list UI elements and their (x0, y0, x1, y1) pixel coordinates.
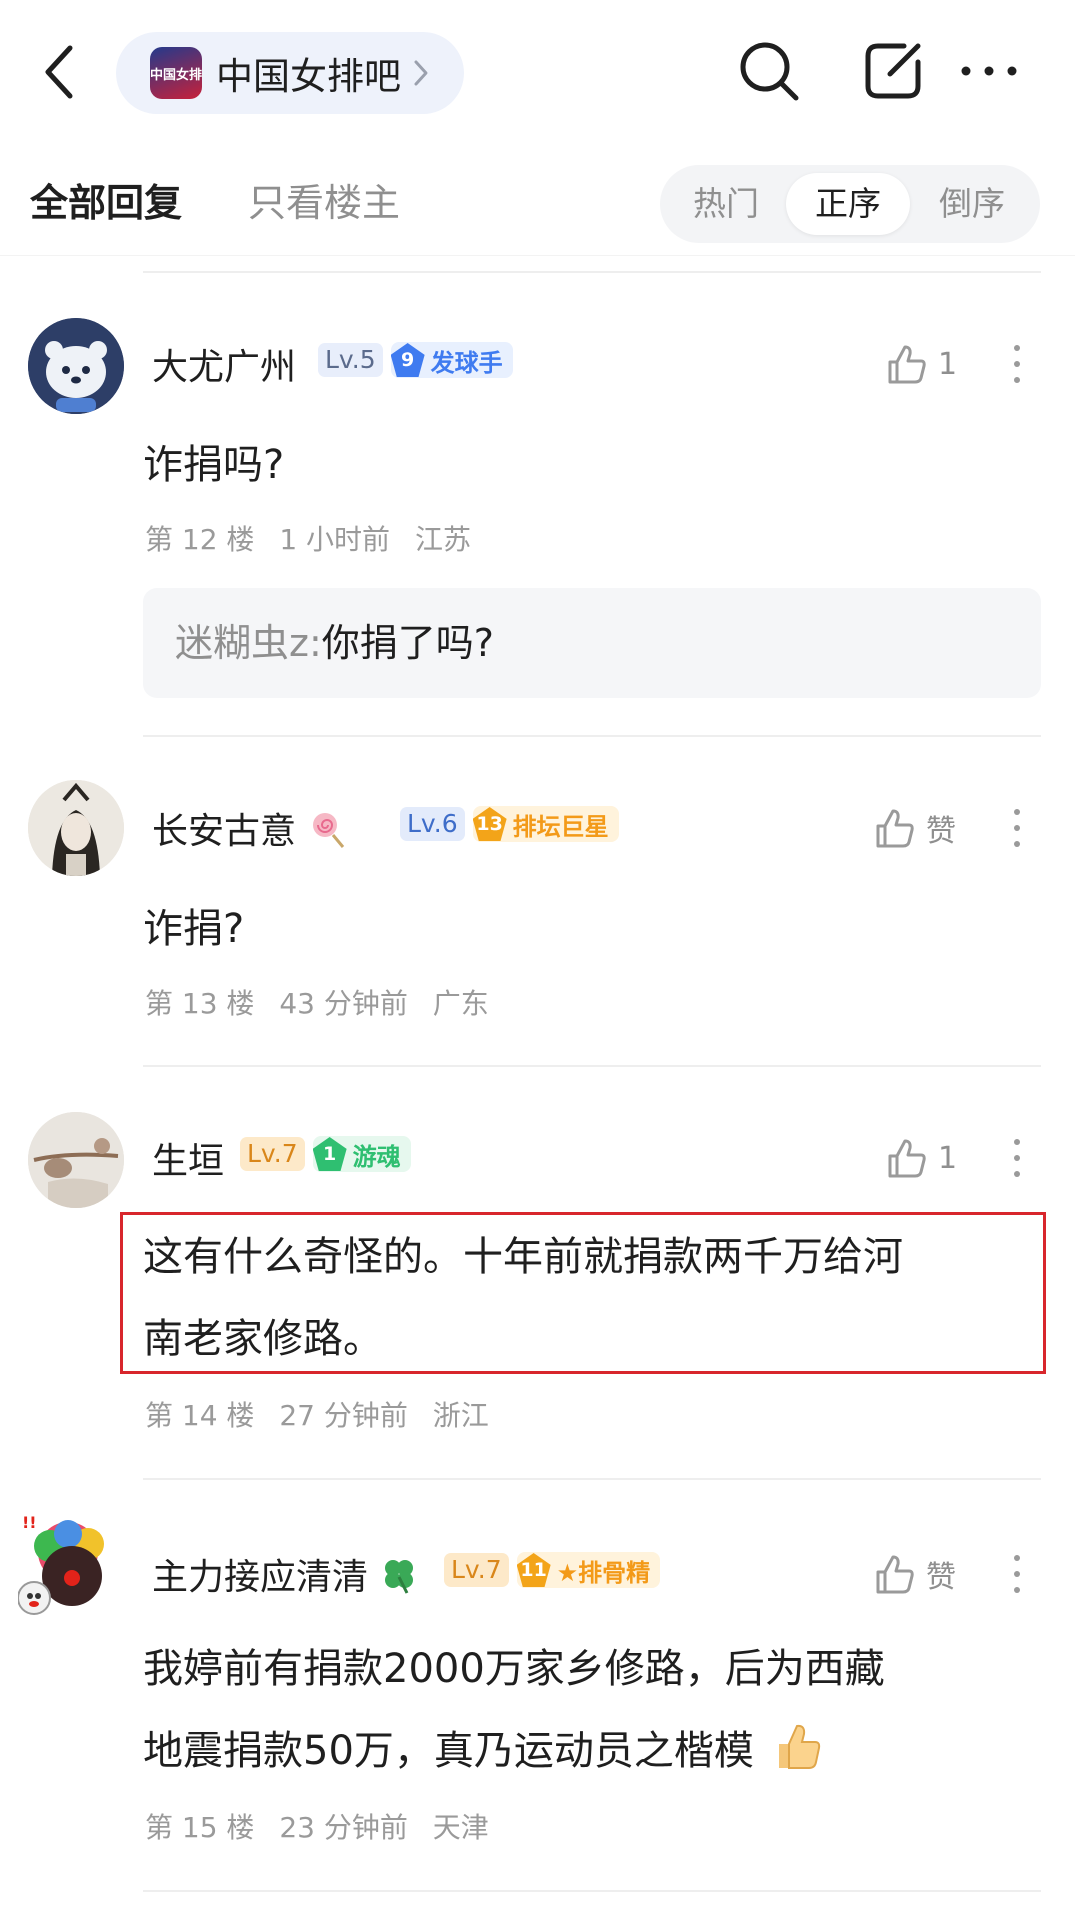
reply-location: 浙江 (432, 1399, 489, 1432)
avatar[interactable]: !! (17, 1513, 124, 1618)
reply-meta: 第 12 楼 1 小时前 江苏 (145, 518, 487, 558)
username[interactable]: 大尤广州 (152, 338, 296, 390)
reply-content: 诈捐吗? (143, 442, 285, 488)
honor-title: 游魂 (352, 1142, 401, 1171)
honor-title: 排坛巨星 (512, 812, 609, 841)
sub-reply-author[interactable]: 迷糊虫z: (175, 621, 322, 665)
avatar[interactable] (28, 1112, 124, 1208)
tab-all-replies[interactable]: 全部回复 (30, 172, 182, 227)
avatar[interactable] (28, 318, 124, 414)
like-count: 1 (938, 1140, 958, 1176)
username-text: 长安古意 (152, 811, 297, 852)
floor-number: 第 13 楼 (145, 987, 255, 1020)
sort-ascending[interactable]: 正序 (786, 173, 910, 235)
reply-time: 1 小时前 (279, 523, 391, 556)
gem-icon: 13 (472, 807, 507, 841)
sort-descending[interactable]: 倒序 (914, 173, 1030, 235)
more-options-icon[interactable] (1009, 342, 1025, 386)
chevron-right-icon (414, 60, 428, 86)
reply-location: 江苏 (414, 523, 471, 556)
reply-content-line: 地震捐款50万，真乃运动员之楷模 (143, 1710, 885, 1792)
reply-meta: 第 14 楼 27 分钟前 浙江 (145, 1394, 505, 1434)
divider (143, 271, 1041, 273)
level-badge: Lv.7 (240, 1137, 305, 1171)
avatar[interactable] (28, 780, 124, 876)
search-icon[interactable] (736, 38, 802, 104)
gem-icon: 9 (390, 343, 425, 377)
username-text: 主力接应清清 (152, 1557, 369, 1598)
back-icon[interactable] (38, 40, 82, 104)
level-badge: Lv.7 (444, 1553, 509, 1587)
divider (143, 1065, 1041, 1067)
reply-meta: 第 15 楼 23 分钟前 天津 (145, 1806, 505, 1846)
honor-badge: 13 排坛巨星 (472, 806, 619, 842)
user-badges: Lv.6 13 排坛巨星 (400, 806, 619, 842)
reply-content-line: 我婷前有捐款2000万家乡修路，后为西藏 (143, 1646, 885, 1692)
divider (143, 735, 1041, 737)
reply-time: 27 分钟前 (279, 1399, 408, 1432)
sub-reply-text: 你捐了吗? (321, 621, 494, 665)
user-badges: Lv.5 9 发球手 (318, 342, 513, 378)
honor-title: ★排骨精 (556, 1558, 651, 1587)
highlight-box (120, 1212, 1046, 1374)
reply-time: 23 分钟前 (279, 1811, 408, 1844)
level-badge: Lv.5 (318, 343, 383, 377)
edit-icon[interactable] (860, 38, 926, 104)
reply-time: 43 分钟前 (279, 987, 408, 1020)
sort-toggle: 热门 正序 倒序 (660, 165, 1040, 243)
more-options-icon[interactable] (1009, 806, 1025, 850)
reply-location: 广东 (432, 987, 489, 1020)
like-button[interactable]: 赞 (872, 806, 956, 850)
sort-hot[interactable]: 热门 (670, 173, 782, 235)
forum-logo: 中国女排 (150, 47, 202, 99)
thumbs-up-icon (876, 1555, 914, 1594)
reply-content: 我婷前有捐款2000万家乡修路，后为西藏 地震捐款50万，真乃运动员之楷模 (143, 1628, 885, 1792)
user-badges: Lv.7 1 游魂 (240, 1136, 411, 1172)
svg-text:!!: !! (22, 1513, 37, 1532)
username[interactable]: 生垣 (152, 1132, 224, 1184)
username[interactable]: 主力接应清清 (152, 1548, 419, 1600)
divider (143, 1890, 1041, 1892)
floor-number: 第 14 楼 (145, 1399, 255, 1432)
honor-badge: 9 发球手 (390, 342, 513, 378)
reply-tabs: 全部回复 只看楼主 热门 正序 倒序 (0, 160, 1075, 270)
level-badge: Lv.6 (400, 807, 465, 841)
like-count: 1 (938, 346, 958, 382)
like-button[interactable]: 1 (884, 1136, 957, 1180)
forum-link[interactable]: 中国女排 中国女排吧 (116, 32, 464, 114)
reply-content-text: 地震捐款50万，真乃运动员之楷模 (143, 1728, 754, 1774)
honor-badge: 11 ★排骨精 (516, 1552, 661, 1588)
thumbs-up-icon (888, 1139, 926, 1178)
honor-title: 发球手 (430, 348, 503, 377)
thumbs-up-icon (888, 345, 926, 384)
gem-icon: 1 (312, 1137, 347, 1171)
user-badges: Lv.7 11 ★排骨精 (444, 1552, 661, 1588)
floor-number: 第 15 楼 (145, 1811, 255, 1844)
lollipop-icon (313, 813, 345, 848)
tab-op-only[interactable]: 只看楼主 (248, 172, 400, 227)
reply-meta: 第 13 楼 43 分钟前 广东 (145, 982, 505, 1022)
gem-icon: 11 (516, 1553, 551, 1587)
more-options-icon[interactable] (1009, 1552, 1025, 1596)
reply-content: 诈捐? (143, 906, 245, 952)
like-label: 赞 (926, 814, 956, 849)
like-label: 赞 (926, 1560, 956, 1595)
thumbs-up-emoji-icon (778, 1724, 820, 1769)
more-options-icon[interactable] (1009, 1136, 1025, 1180)
reply-location: 天津 (432, 1811, 489, 1844)
like-button[interactable]: 1 (884, 342, 957, 386)
top-bar: 中国女排 中国女排吧 (0, 0, 1075, 140)
floor-number: 第 12 楼 (145, 523, 255, 556)
header-divider (0, 255, 1075, 256)
more-icon[interactable] (958, 38, 1020, 104)
forum-name: 中国女排吧 (216, 55, 401, 98)
divider (143, 1478, 1041, 1480)
clover-icon (385, 1560, 414, 1594)
thumbs-up-icon (876, 809, 914, 848)
sub-reply-box[interactable]: 迷糊虫z:你捐了吗? (143, 588, 1041, 698)
username[interactable]: 长安古意 (152, 802, 347, 854)
like-button[interactable]: 赞 (872, 1552, 956, 1596)
honor-badge: 1 游魂 (312, 1136, 411, 1172)
